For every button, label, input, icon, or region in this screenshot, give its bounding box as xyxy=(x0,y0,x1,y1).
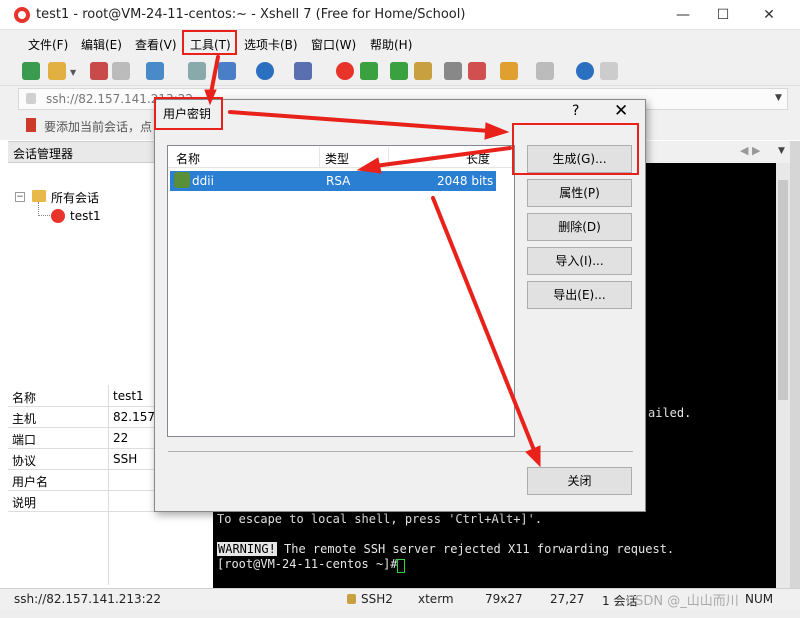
annotation-arrows xyxy=(204,55,541,468)
arrowhead xyxy=(484,122,510,140)
arrowhead xyxy=(525,445,541,468)
arrowhead xyxy=(356,157,382,174)
annotation-arrow xyxy=(431,196,536,452)
annotation-arrow xyxy=(373,146,512,168)
arrowhead xyxy=(204,89,217,106)
annotation-arrow xyxy=(228,110,492,133)
